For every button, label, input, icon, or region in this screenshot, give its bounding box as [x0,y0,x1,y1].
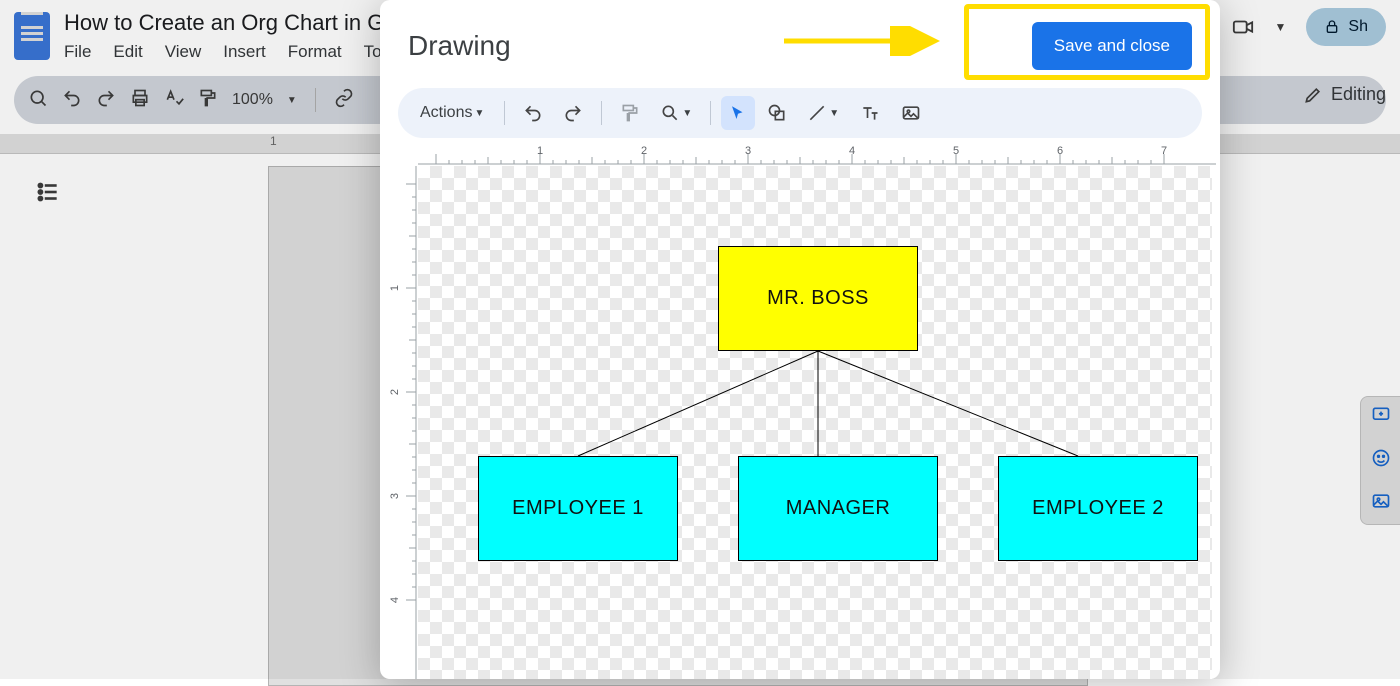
svg-text:4: 4 [389,597,401,603]
image-tool-icon[interactable] [893,96,929,130]
svg-text:2: 2 [641,146,647,157]
paint-format-icon[interactable] [612,96,648,130]
redo-icon[interactable] [555,96,591,130]
drawing-title: Drawing [408,30,511,62]
actions-label: Actions [420,104,472,122]
undo-icon[interactable] [515,96,551,130]
h-ruler: 1 2 3 4 5 6 7 [418,146,1212,166]
org-label: EMPLOYEE 2 [1032,497,1164,520]
svg-text:3: 3 [389,493,401,499]
divider [710,101,711,125]
svg-text:7: 7 [1161,146,1167,157]
shape-tool-icon[interactable] [759,96,795,130]
divider [601,101,602,125]
org-chart: MR. BOSS EMPLOYEE 1 MANAGER EMPLOYEE 2 [418,166,1212,679]
text-tool-icon[interactable] [851,96,889,130]
actions-menu[interactable]: Actions▼ [410,96,494,130]
svg-text:4: 4 [849,146,855,157]
drawing-toolbar: Actions▼ ▼ ▼ [398,88,1202,138]
select-tool-icon[interactable] [721,96,755,130]
org-box-employee-1[interactable]: EMPLOYEE 1 [478,456,678,561]
org-box-manager[interactable]: MANAGER [738,456,938,561]
divider [504,101,505,125]
svg-text:3: 3 [745,146,751,157]
svg-text:6: 6 [1057,146,1063,157]
org-label: MR. BOSS [767,287,869,310]
svg-text:1: 1 [537,146,543,157]
chevron-down-icon: ▼ [829,108,839,119]
drawing-canvas-wrap: 1 2 3 4 5 6 7 1 2 3 4 MR. BOSS [384,146,1216,679]
line-tool-icon[interactable]: ▼ [799,96,847,130]
zoom-tool-icon[interactable]: ▼ [652,96,700,130]
connector-lines [418,166,1216,679]
org-box-boss[interactable]: MR. BOSS [718,246,918,351]
org-box-employee-2[interactable]: EMPLOYEE 2 [998,456,1198,561]
annotation-arrow-icon [780,26,950,56]
chevron-down-icon: ▼ [682,108,692,119]
v-ruler: 1 2 3 4 [384,166,418,679]
chevron-down-icon: ▼ [474,108,484,119]
svg-text:1: 1 [389,285,401,291]
org-label: MANAGER [786,497,891,520]
org-label: EMPLOYEE 1 [512,497,644,520]
svg-text:2: 2 [389,389,401,395]
svg-text:5: 5 [953,146,959,157]
save-and-close-button[interactable]: Save and close [1032,22,1192,70]
drawing-modal: Drawing Save and close Actions▼ ▼ ▼ [380,0,1220,679]
